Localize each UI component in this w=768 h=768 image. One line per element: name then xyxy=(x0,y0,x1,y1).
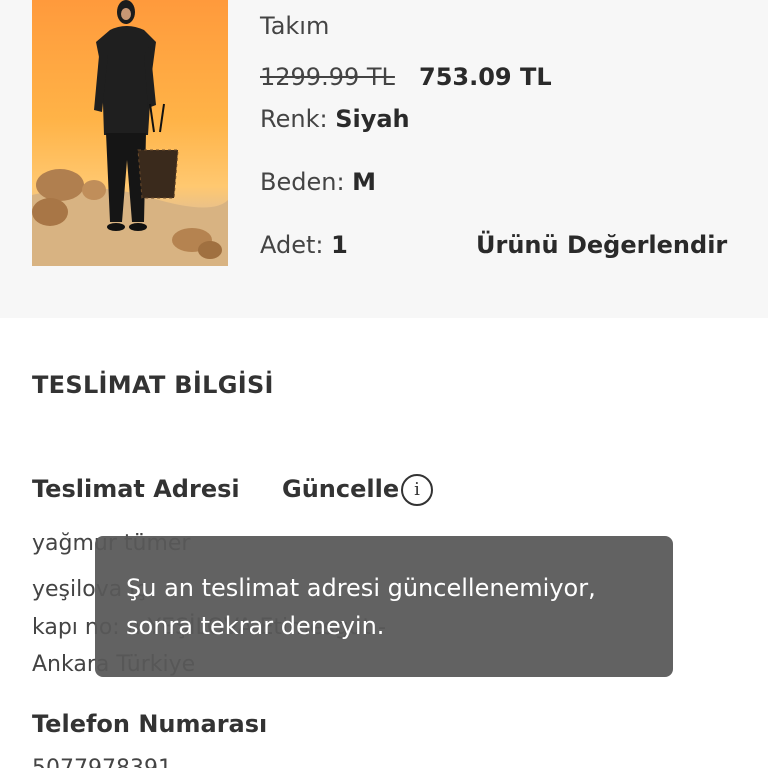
quantity-label: Adet: xyxy=(260,231,324,259)
phone-value: 5077978391 xyxy=(32,756,172,768)
product-name: Takım xyxy=(260,12,330,40)
product-photo-illustration xyxy=(32,0,228,266)
color-attribute: Renk: Siyah xyxy=(260,105,410,133)
quantity-value: 1 xyxy=(331,231,348,259)
update-address-link[interactable]: Güncelle xyxy=(282,475,399,503)
product-image[interactable] xyxy=(32,0,228,266)
info-icon[interactable]: i xyxy=(401,474,433,506)
old-price: 1299.99 TL xyxy=(260,63,395,91)
quantity-attribute: Adet: 1 xyxy=(260,231,348,259)
error-toast: Şu an teslimat adresi güncellenemiyor, s… xyxy=(95,536,673,677)
product-card: Takım 1299.99 TL 753.09 TL Renk: Siyah B… xyxy=(0,0,768,318)
size-value: M xyxy=(352,168,377,196)
size-attribute: Beden: M xyxy=(260,168,376,196)
current-price: 753.09 TL xyxy=(419,63,552,91)
color-value: Siyah xyxy=(335,105,410,133)
phone-label: Telefon Numarası xyxy=(32,710,268,738)
delivery-address-label: Teslimat Adresi xyxy=(32,475,240,503)
toast-message-line-2: sonra tekrar deneyin. xyxy=(126,612,385,640)
delivery-section-title: TESLİMAT BİLGİSİ xyxy=(32,371,274,399)
toast-message-line-1: Şu an teslimat adresi güncellenemiyor, xyxy=(126,574,596,602)
color-label: Renk: xyxy=(260,105,328,133)
size-label: Beden: xyxy=(260,168,345,196)
rate-product-link[interactable]: Ürünü Değerlendir xyxy=(476,231,727,259)
